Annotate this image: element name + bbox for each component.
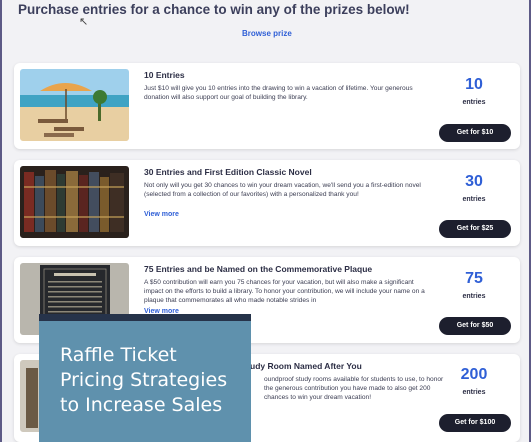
entries-label: entries [462, 99, 486, 106]
get-for-50-button[interactable]: Get for $50 [439, 317, 511, 335]
page-frame: Purchase entries for a chance to win any… [0, 0, 531, 442]
view-more-link[interactable]: View more [144, 211, 179, 218]
beach-photo [20, 69, 129, 141]
overlay-title-line: Raffle Ticket [60, 344, 177, 366]
prize-card: 30 Entries and First Edition Classic Nov… [14, 160, 520, 246]
get-for-25-button[interactable]: Get for $25 [439, 220, 511, 238]
page-heading: Purchase entries for a chance to win any… [18, 2, 410, 17]
card-description: Just $10 will give you 10 entries into t… [144, 85, 413, 102]
entry-count: 30 [465, 173, 483, 190]
entry-count: 200 [460, 366, 488, 383]
overlay-title-line: Pricing Strategies [60, 369, 228, 391]
card-description: Not only will you get 30 chances to win … [144, 182, 421, 199]
entries-label: entries [462, 293, 486, 300]
get-for-100-button[interactable]: Get for $100 [439, 414, 511, 432]
entries-label: entries [462, 196, 486, 203]
card-title: 10 Entries [144, 70, 185, 80]
browse-prize-link[interactable]: Browse prize [242, 29, 292, 38]
entry-count: 10 [465, 76, 483, 93]
card-description: A $50 contribution will earn you 75 chan… [144, 279, 425, 305]
card-title: 30 Entries and First Edition Classic Nov… [144, 167, 312, 177]
card-description: oundproof study rooms available for stud… [264, 376, 444, 402]
get-for-10-button[interactable]: Get for $10 [439, 124, 511, 142]
books-photo [20, 166, 129, 238]
card-title: 75 Entries and be Named on the Commemora… [144, 264, 373, 274]
article-title-overlay: Raffle Ticket Pricing Strategies to Incr… [39, 314, 251, 442]
entries-label: entries [462, 389, 486, 396]
entry-count: 75 [465, 270, 483, 287]
prize-card: 10 Entries Just $10 will give you 10 ent… [14, 63, 520, 149]
mouse-cursor-icon: ↖ [79, 16, 89, 28]
overlay-title-line: to Increase Sales [60, 394, 223, 416]
card-title: udy Room Named After You [250, 361, 362, 371]
